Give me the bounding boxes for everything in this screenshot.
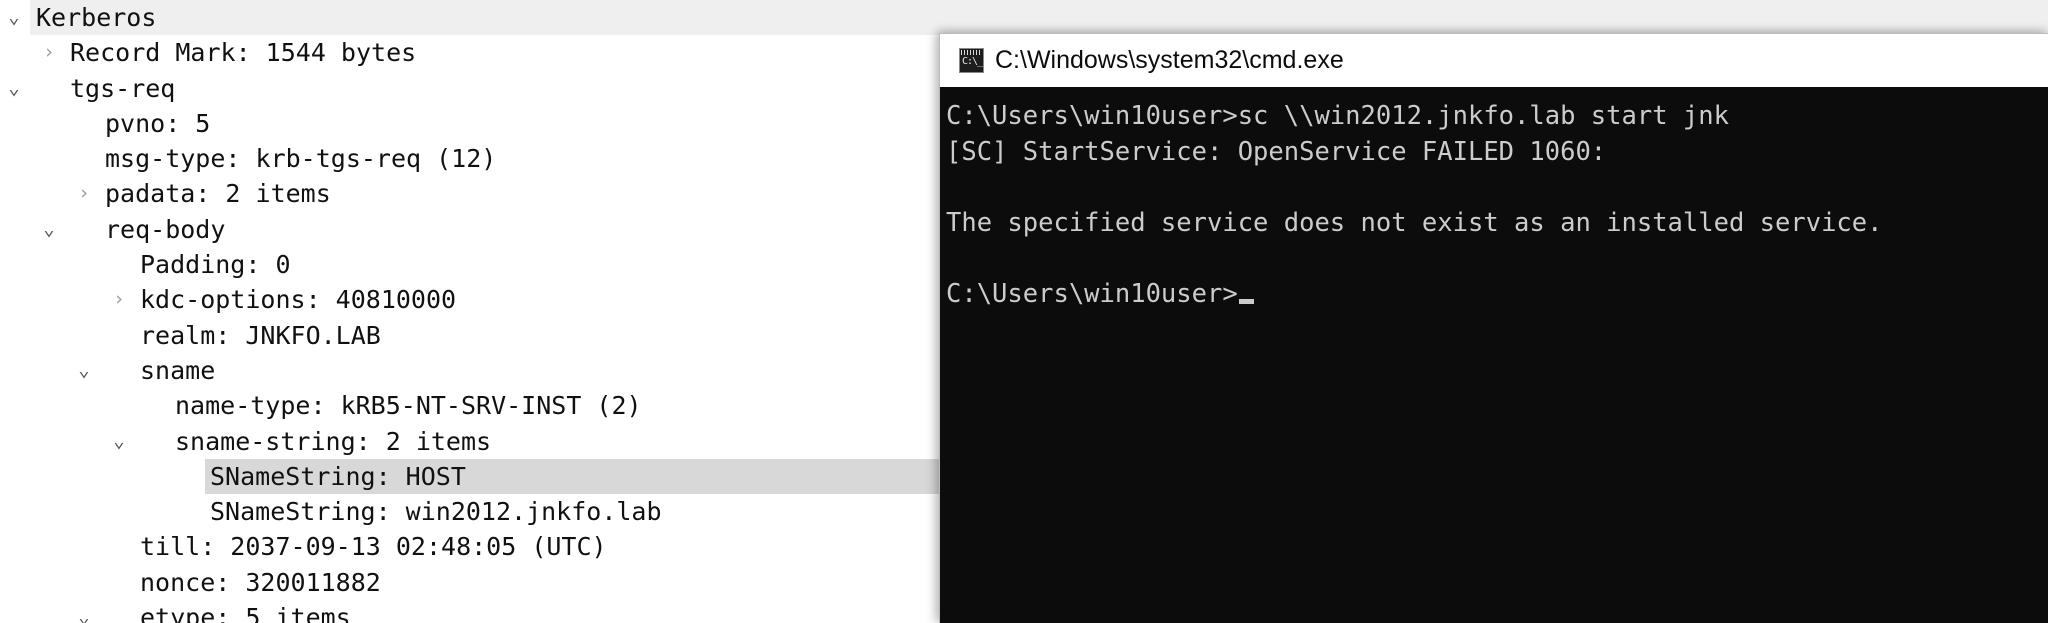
chevron-down-icon[interactable]: ⌄ (73, 353, 95, 388)
tree-row-label: name-type: kRB5-NT-SRV-INST (2) (175, 391, 642, 421)
cmd-console-icon (959, 48, 984, 73)
chevron-right-icon[interactable]: › (108, 282, 130, 317)
chevron-right-icon[interactable]: › (73, 176, 95, 211)
cmd-window-title: C:\Windows\system32\cmd.exe (995, 46, 1344, 74)
tree-row-label: tgs-req (70, 73, 176, 103)
console-cursor (1238, 298, 1254, 304)
tree-row[interactable]: ⌄ Kerberos (0, 0, 2048, 36)
tree-row-label: padata: 2 items (105, 179, 331, 209)
chevron-down-icon[interactable]: ⌄ (3, 0, 25, 35)
chevron-down-icon[interactable]: ⌄ (38, 212, 60, 247)
tree-row-label: Kerberos (36, 3, 157, 32)
tree-row-label: SNameString: win2012.jnkfo.lab (210, 497, 662, 527)
chevron-down-icon[interactable]: ⌄ (108, 424, 130, 459)
tree-row-label: sname-string: 2 items (175, 426, 492, 456)
tree-row-label: till: 2037-09-13 02:48:05 (UTC) (140, 532, 607, 562)
tree-row-label: kdc-options: 40810000 (140, 285, 457, 315)
console-line: C:\Users\win10user>sc \\win2012.jnkfo.la… (946, 101, 1729, 131)
tree-row-label: etype: 5 items (140, 603, 351, 623)
console-line: The specified service does not exist as … (946, 207, 1883, 238)
chevron-right-icon[interactable]: › (38, 35, 60, 70)
console-prompt-line: C:\Users\win10user> (944, 277, 2048, 313)
chevron-down-icon[interactable]: ⌄ (3, 71, 25, 106)
cmd-exe-window[interactable]: C:\Windows\system32\cmd.exe C:\Users\win… (939, 33, 2048, 623)
tree-row-label: sname (140, 355, 216, 385)
tree-row-label: nonce: 320011882 (140, 567, 381, 597)
tree-row-label: realm: JNKFO.LAB (140, 320, 381, 350)
row-highlight (30, 0, 2048, 36)
tree-row-label: Padding: 0 (140, 250, 291, 280)
tree-row-label: msg-type: krb-tgs-req (12) (105, 144, 497, 174)
console-line: [SC] StartService: OpenService FAILED 10… (946, 136, 1607, 167)
console-prompt: C:\Users\win10user> (946, 278, 1238, 309)
tree-row-label: pvno: 5 (105, 108, 211, 138)
tree-row-label: SNameString: HOST (210, 461, 466, 491)
chevron-down-icon[interactable]: ⌄ (73, 600, 95, 623)
tree-row-label: Record Mark: 1544 bytes (70, 38, 417, 68)
cmd-console-output[interactable]: C:\Users\win10user>sc \\win2012.jnkfo.la… (940, 87, 2048, 623)
tree-row-label: req-body (105, 214, 226, 244)
cmd-titlebar[interactable]: C:\Windows\system32\cmd.exe (940, 34, 2048, 87)
